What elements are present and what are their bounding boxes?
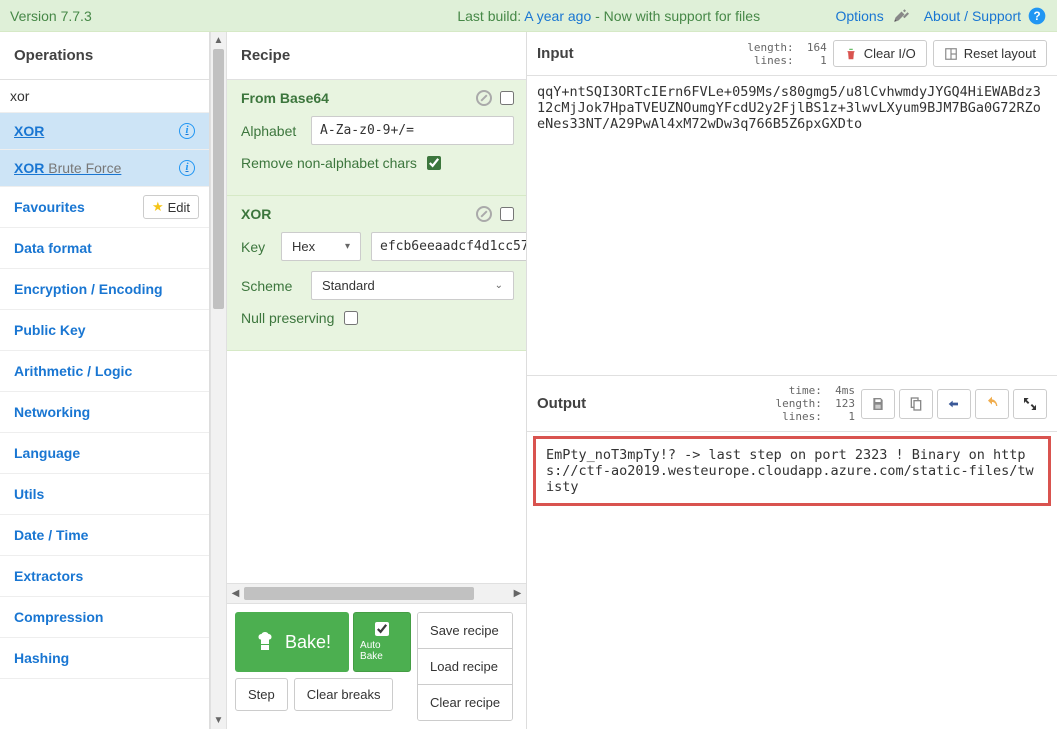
about-link[interactable]: About / Support: [924, 8, 1021, 24]
output-text[interactable]: EmPty_noT3mpTy!? -> last step on port 23…: [533, 436, 1051, 506]
save-icon: [870, 396, 886, 412]
input-textarea[interactable]: [527, 76, 1057, 375]
svg-text:?: ?: [1033, 10, 1040, 23]
op-name-label: XOR: [241, 206, 271, 222]
maximize-button[interactable]: [1013, 389, 1047, 419]
disable-op-icon[interactable]: [476, 206, 492, 222]
copy-icon: [908, 396, 924, 412]
help-icon[interactable]: ?: [1027, 6, 1047, 26]
trash-icon: [844, 47, 858, 61]
recipe-controls: Bake! Auto Bake Step Clear breaks Save r…: [227, 603, 526, 729]
scheme-select[interactable]: Standard⌄: [311, 271, 514, 300]
search-input[interactable]: [10, 88, 199, 104]
category-public-key[interactable]: Public Key: [0, 310, 209, 351]
op-name-label: From Base64: [241, 90, 329, 106]
version-label: Version 7.7.3: [10, 8, 390, 24]
scroll-thumb[interactable]: [244, 587, 474, 600]
scroll-left-icon[interactable]: ◀: [227, 588, 244, 599]
category-compression[interactable]: Compression: [0, 597, 209, 638]
maximize-icon: [1022, 396, 1038, 412]
output-header: Output time: 4ms length: 123 lines: 1: [527, 376, 1057, 432]
favourites-category[interactable]: Favourites ★ Edit: [0, 187, 209, 228]
chef-icon: [253, 630, 277, 654]
recipe-title: Recipe: [227, 32, 526, 80]
input-title: Input: [537, 45, 574, 62]
build-link[interactable]: A year ago: [524, 8, 591, 24]
options-link[interactable]: Options: [835, 8, 883, 24]
category-utils[interactable]: Utils: [0, 474, 209, 515]
undo-button[interactable]: [975, 389, 1009, 419]
reset-layout-button[interactable]: Reset layout: [933, 40, 1047, 67]
category-datetime[interactable]: Date / Time: [0, 515, 209, 556]
step-button[interactable]: Step: [235, 678, 288, 711]
transfer-icon: [946, 396, 962, 412]
clear-recipe-button[interactable]: Clear recipe: [418, 685, 512, 720]
move-output-to-input-button[interactable]: [937, 389, 971, 419]
category-networking[interactable]: Networking: [0, 392, 209, 433]
edit-favourites-button[interactable]: ★ Edit: [143, 195, 199, 219]
remove-non-alpha-label: Remove non-alphabet chars: [241, 155, 417, 171]
scroll-thumb[interactable]: [213, 49, 224, 309]
info-icon[interactable]: i: [179, 160, 195, 176]
input-header: Input length: 164 lines: 1 Clear I/O Res…: [527, 32, 1057, 76]
op-result-xor[interactable]: XOR i: [0, 113, 209, 150]
input-stats: length: 164 lines: 1: [747, 41, 826, 67]
layout-icon: [944, 47, 958, 61]
chevron-down-icon: ⌄: [495, 280, 503, 291]
scroll-right-icon[interactable]: ▶: [509, 588, 526, 599]
alphabet-label: Alphabet: [241, 123, 301, 139]
scroll-down-icon[interactable]: ▼: [211, 712, 226, 729]
category-encryption[interactable]: Encryption / Encoding: [0, 269, 209, 310]
operations-scrollbar[interactable]: ▲ ▼: [210, 32, 227, 729]
recipe-list: From Base64 Alphabet Remove non-alphabet…: [227, 80, 526, 583]
output-stats: time: 4ms length: 123 lines: 1: [776, 384, 855, 423]
build-notice: Last build: A year ago - Now with suppor…: [390, 8, 827, 24]
recipe-h-scrollbar[interactable]: ◀ ▶: [227, 583, 526, 603]
remove-non-alpha-checkbox[interactable]: [427, 156, 441, 170]
key-value-input[interactable]: [371, 232, 526, 261]
output-title: Output: [537, 395, 586, 412]
category-language[interactable]: Language: [0, 433, 209, 474]
chevron-down-icon: ▾: [345, 241, 350, 252]
recipe-column: Recipe From Base64 Alphabet Remove non-a…: [227, 32, 527, 729]
info-icon[interactable]: i: [179, 123, 195, 139]
category-extractors[interactable]: Extractors: [0, 556, 209, 597]
auto-bake-checkbox[interactable]: [375, 622, 389, 636]
operations-title: Operations: [0, 32, 209, 80]
star-icon: ★: [152, 199, 164, 215]
category-data-format[interactable]: Data format: [0, 228, 209, 269]
load-recipe-button[interactable]: Load recipe: [418, 649, 512, 685]
io-column: Input length: 164 lines: 1 Clear I/O Res…: [527, 32, 1057, 729]
key-type-select[interactable]: Hex▾: [281, 232, 361, 261]
op-result-xor-brute[interactable]: XOR Brute Force i: [0, 150, 209, 187]
operations-column: Operations XOR i XOR Brute Force i Favou…: [0, 32, 210, 729]
alphabet-input[interactable]: [311, 116, 514, 145]
category-hashing[interactable]: Hashing: [0, 638, 209, 679]
recipe-op-from-base64[interactable]: From Base64 Alphabet Remove non-alphabet…: [227, 80, 526, 196]
undo-icon: [984, 396, 1000, 412]
recipe-op-xor[interactable]: XOR Key Hex▾ Scheme Standard: [227, 196, 526, 351]
copy-output-button[interactable]: [899, 389, 933, 419]
key-label: Key: [241, 239, 271, 255]
null-preserving-checkbox[interactable]: [344, 311, 358, 325]
top-banner: Version 7.7.3 Last build: A year ago - N…: [0, 0, 1057, 32]
breakpoint-checkbox[interactable]: [500, 91, 514, 105]
clear-io-button[interactable]: Clear I/O: [833, 40, 927, 67]
scheme-label: Scheme: [241, 278, 301, 294]
scroll-up-icon[interactable]: ▲: [211, 32, 226, 49]
save-output-button[interactable]: [861, 389, 895, 419]
null-preserving-label: Null preserving: [241, 310, 334, 326]
bake-button[interactable]: Bake!: [235, 612, 349, 672]
auto-bake-toggle[interactable]: Auto Bake: [353, 612, 411, 672]
breakpoint-checkbox[interactable]: [500, 207, 514, 221]
settings-icon[interactable]: [890, 6, 910, 26]
save-recipe-button[interactable]: Save recipe: [418, 613, 512, 649]
category-arithmetic[interactable]: Arithmetic / Logic: [0, 351, 209, 392]
clear-breaks-button[interactable]: Clear breaks: [294, 678, 394, 711]
disable-op-icon[interactable]: [476, 90, 492, 106]
